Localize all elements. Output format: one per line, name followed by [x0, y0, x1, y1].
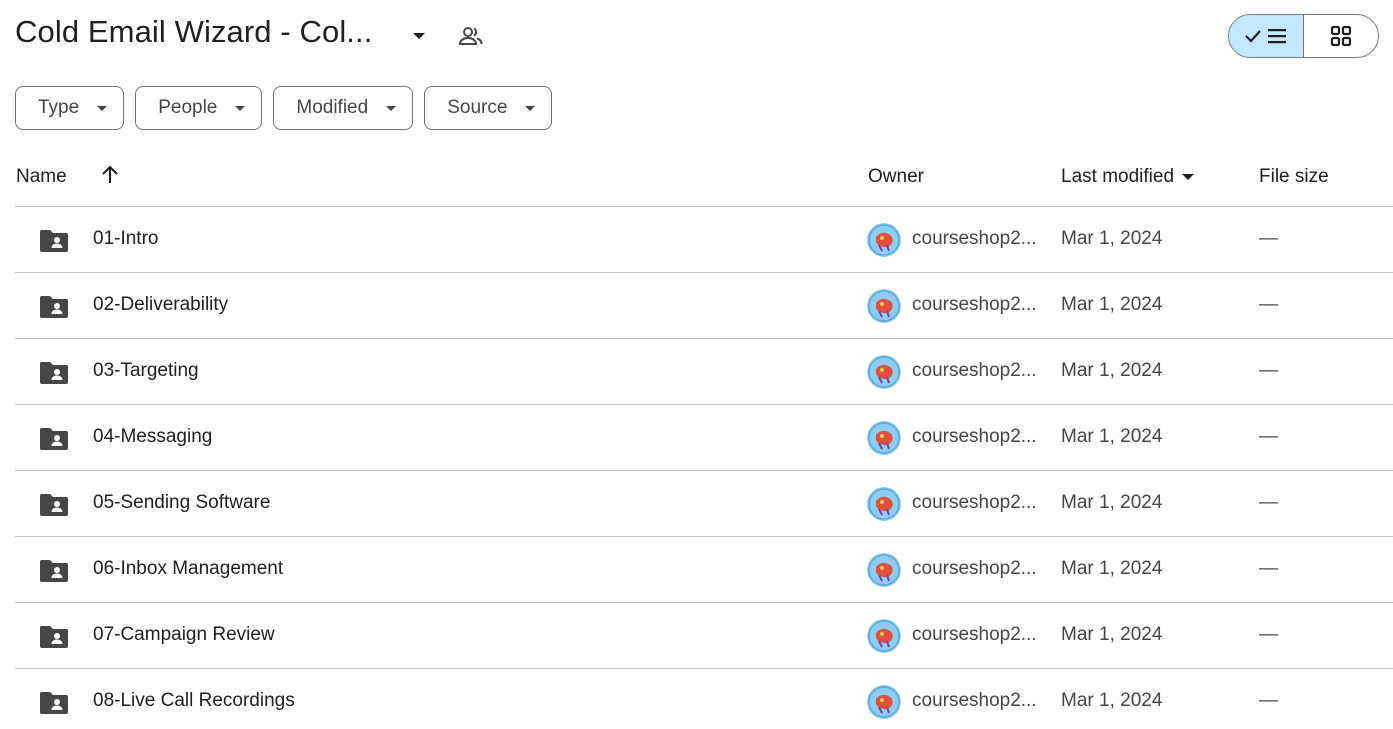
file-name: 08-Live Call Recordings: [93, 690, 295, 711]
people-icon[interactable]: [457, 23, 485, 49]
owner-name: courseshop2...: [912, 228, 1037, 249]
owner-name: courseshop2...: [912, 360, 1037, 381]
file-name: 07-Campaign Review: [93, 624, 275, 645]
chevron-down-icon: [235, 105, 246, 111]
file-row[interactable]: 08-Live Call Recordings courseshop2... M…: [15, 668, 1393, 729]
file-row[interactable]: 05-Sending Software courseshop2... Mar 1…: [15, 470, 1393, 536]
filter-type-chip[interactable]: Type: [15, 86, 125, 130]
shared-folder-icon: [39, 491, 69, 517]
avatar: [867, 421, 901, 455]
last-modified: Mar 1, 2024: [1061, 492, 1163, 513]
owner-name: courseshop2...: [912, 426, 1037, 447]
owner-name: courseshop2...: [912, 492, 1037, 513]
last-modified: Mar 1, 2024: [1061, 624, 1163, 645]
chevron-down-icon: [386, 105, 397, 111]
shared-folder-icon: [39, 359, 69, 385]
check-list-icon: [1244, 29, 1286, 44]
grid-view-button[interactable]: [1304, 15, 1379, 57]
last-modified: Mar 1, 2024: [1061, 426, 1163, 447]
shared-folder-icon: [39, 623, 69, 649]
filter-modified-chip[interactable]: Modified: [273, 86, 414, 130]
file-name: 02-Deliverability: [93, 294, 229, 315]
column-file-size-header[interactable]: File size: [1259, 166, 1329, 188]
owner-name: courseshop2...: [912, 690, 1037, 711]
last-modified: Mar 1, 2024: [1061, 558, 1163, 579]
chip-label: Source: [447, 97, 508, 118]
filter-people-chip[interactable]: People: [135, 86, 263, 130]
chip-label: People: [158, 97, 218, 118]
avatar: [867, 685, 901, 719]
shared-folder-icon: [39, 425, 69, 451]
shared-folder-icon: [39, 689, 69, 715]
shared-folder-icon: [39, 227, 69, 253]
filter-source-chip[interactable]: Source: [424, 86, 553, 130]
chip-label: Modified: [296, 97, 369, 118]
owner-name: courseshop2...: [912, 294, 1037, 315]
file-size: —: [1259, 426, 1278, 447]
avatar: [867, 355, 901, 389]
header: Cold Email Wizard - Col...: [0, 0, 1393, 72]
file-list: 01-Intro courseshop2... Mar 1, 2024 — 02…: [15, 206, 1393, 729]
file-name: 04-Messaging: [93, 426, 213, 447]
file-row[interactable]: 07-Campaign Review courseshop2... Mar 1,…: [15, 602, 1393, 668]
file-size: —: [1259, 690, 1278, 711]
last-modified: Mar 1, 2024: [1061, 690, 1163, 711]
last-modified-label: Last modified: [1061, 166, 1175, 187]
file-size: —: [1259, 492, 1278, 513]
grid-icon: [1330, 25, 1351, 47]
chevron-down-icon: [97, 105, 108, 111]
column-name-header[interactable]: Name: [16, 166, 67, 188]
file-name: 01-Intro: [93, 228, 159, 249]
column-owner-header[interactable]: Owner: [868, 166, 924, 188]
avatar: [867, 289, 901, 323]
file-size: —: [1259, 294, 1278, 315]
arrow-drop-down-icon[interactable]: [407, 26, 431, 46]
avatar: [867, 553, 901, 587]
file-size: —: [1259, 558, 1278, 579]
folder-title[interactable]: Cold Email Wizard - Col...: [15, 14, 372, 50]
avatar: [867, 487, 901, 521]
owner-name: courseshop2...: [912, 624, 1037, 645]
file-row[interactable]: 03-Targeting courseshop2... Mar 1, 2024 …: [15, 338, 1393, 404]
file-row[interactable]: 06-Inbox Management courseshop2... Mar 1…: [15, 536, 1393, 602]
file-name: 06-Inbox Management: [93, 558, 284, 579]
last-modified: Mar 1, 2024: [1061, 360, 1163, 381]
file-row[interactable]: 04-Messaging courseshop2... Mar 1, 2024 …: [15, 404, 1393, 470]
file-row[interactable]: 01-Intro courseshop2... Mar 1, 2024 —: [15, 206, 1393, 272]
file-size: —: [1259, 624, 1278, 645]
file-size: —: [1259, 228, 1278, 249]
avatar: [867, 619, 901, 653]
chip-label: Type: [38, 97, 80, 118]
view-toggle: [1228, 14, 1379, 58]
file-name: 05-Sending Software: [93, 492, 271, 513]
list-view-button[interactable]: [1229, 15, 1304, 57]
filter-chips: Type People Modified Source: [15, 86, 553, 130]
file-size: —: [1259, 360, 1278, 381]
avatar: [867, 223, 901, 257]
column-header-row: Name Owner Last modified File size: [0, 160, 1393, 206]
chevron-down-icon: [525, 105, 536, 111]
shared-folder-icon: [39, 557, 69, 583]
arrow-drop-down-icon: [1182, 174, 1195, 180]
column-last-modified-header[interactable]: Last modified: [1061, 166, 1195, 188]
owner-name: courseshop2...: [912, 558, 1037, 579]
shared-folder-icon: [39, 293, 69, 319]
file-row[interactable]: 02-Deliverability courseshop2... Mar 1, …: [15, 272, 1393, 338]
file-name: 03-Targeting: [93, 360, 199, 381]
last-modified: Mar 1, 2024: [1061, 294, 1163, 315]
last-modified: Mar 1, 2024: [1061, 228, 1163, 249]
arrow-up-icon[interactable]: [98, 162, 122, 188]
